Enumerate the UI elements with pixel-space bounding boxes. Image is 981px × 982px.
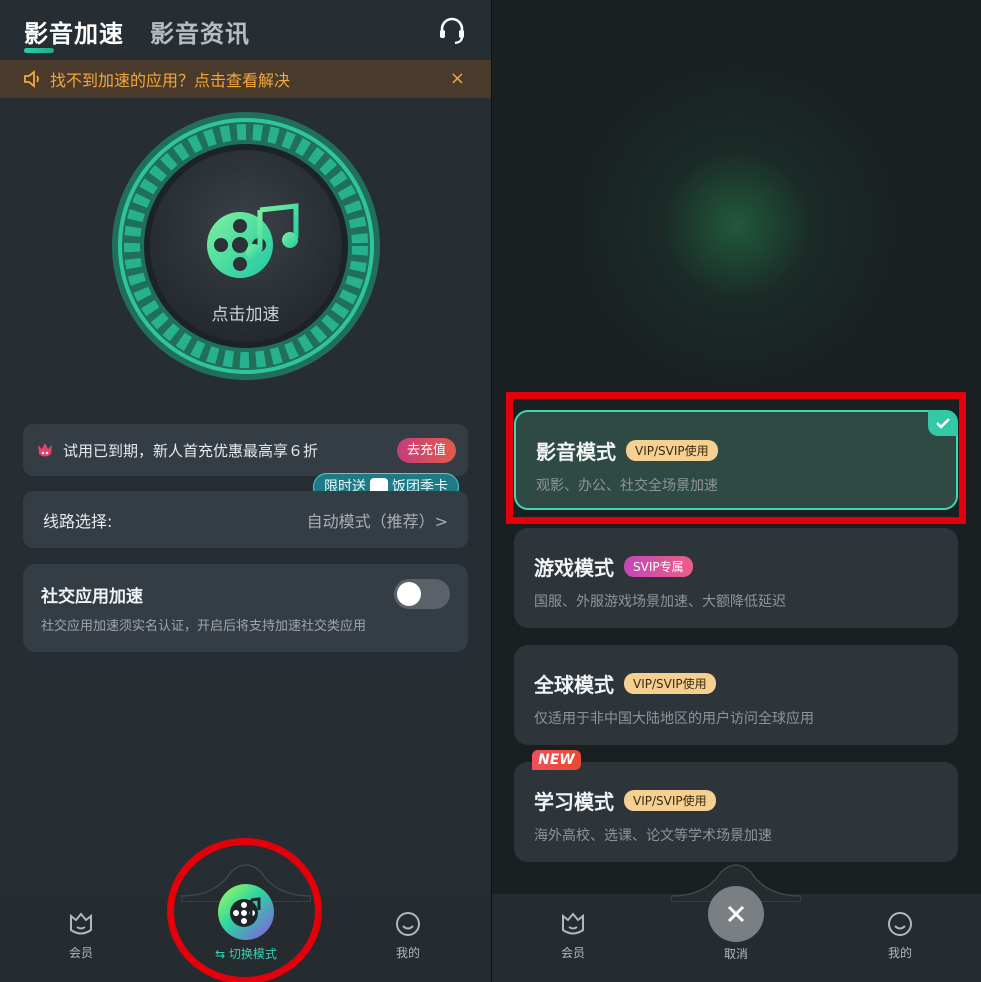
close-icon[interactable]: × bbox=[450, 68, 465, 89]
mode-title-text: 游戏模式 bbox=[534, 556, 614, 580]
mode-title: 游戏模式 SVIP专属 bbox=[534, 552, 938, 581]
mode-title: 学习模式 VIP/SVIP使用 bbox=[534, 786, 938, 815]
close-icon bbox=[727, 905, 745, 923]
dial-label: 点击加速 bbox=[211, 305, 280, 325]
active-tab-indicator bbox=[24, 48, 54, 53]
accelerate-panel: 影音加速 影音资讯 找不到加速的应用？点击查看解决 × 点击加速 试用已到期，新… bbox=[0, 0, 491, 982]
notice-bar[interactable]: 找不到加速的应用？点击查看解决 × bbox=[0, 60, 491, 98]
headset-icon[interactable] bbox=[437, 16, 467, 46]
social-toggle[interactable] bbox=[394, 579, 450, 609]
nav-member-label: 会员 bbox=[560, 946, 585, 960]
social-title: 社交应用加速 bbox=[41, 587, 143, 607]
route-label: 线路选择: bbox=[43, 511, 113, 531]
mode-title-text: 学习模式 bbox=[534, 790, 614, 814]
nav-mine-label: 我的 bbox=[395, 946, 420, 960]
mode-card-game[interactable]: 游戏模式 SVIP专属 国服、外服游戏场景加速、大额降低延迟 bbox=[514, 528, 958, 628]
new-tag: NEW bbox=[532, 750, 581, 770]
mode-badge: VIP/SVIP使用 bbox=[624, 673, 716, 694]
nav-mine[interactable]: 我的 bbox=[378, 910, 438, 961]
member-icon bbox=[70, 912, 92, 935]
tab-media-accelerate[interactable]: 影音加速 bbox=[24, 14, 124, 49]
mode-desc: 国服、外服游戏场景加速、大额降低延迟 bbox=[534, 594, 786, 610]
highlight-circle bbox=[167, 838, 322, 982]
mode-card-global[interactable]: 全球模式 VIP/SVIP使用 仅适用于非中国大陆地区的用户访问全球应用 bbox=[514, 645, 958, 745]
mode-badge: SVIP专属 bbox=[624, 556, 693, 577]
tulip-icon bbox=[38, 443, 52, 457]
cancel-button[interactable] bbox=[708, 886, 764, 942]
nav-mine-label: 我的 bbox=[887, 946, 912, 960]
nav-member[interactable]: 会员 bbox=[543, 910, 603, 961]
background-glow bbox=[552, 60, 922, 390]
member-icon bbox=[562, 912, 584, 935]
mode-desc: 海外高校、选课、论文等学术场景加速 bbox=[534, 828, 772, 844]
highlight-box bbox=[506, 392, 966, 524]
nav-member-label: 会员 bbox=[68, 946, 93, 960]
smile-icon bbox=[888, 912, 912, 936]
mode-card-study[interactable]: 学习模式 VIP/SVIP使用 海外高校、选课、论文等学术场景加速 bbox=[514, 762, 958, 862]
recharge-button[interactable]: 去充值 bbox=[396, 438, 456, 463]
top-tabs: 影音加速 影音资讯 bbox=[24, 14, 250, 49]
smile-icon bbox=[396, 912, 420, 936]
toggle-knob bbox=[397, 582, 421, 606]
accelerate-dial[interactable] bbox=[110, 110, 382, 382]
route-value: 自动模式（推荐）> bbox=[306, 511, 448, 531]
mode-title-text: 全球模式 bbox=[534, 673, 614, 697]
route-selector[interactable]: 线路选择: 自动模式（推荐）> bbox=[23, 491, 468, 548]
mode-badge: VIP/SVIP使用 bbox=[624, 790, 716, 811]
mode-desc: 仅适用于非中国大陆地区的用户访问全球应用 bbox=[534, 711, 814, 727]
notice-text: 找不到加速的应用？点击查看解决 bbox=[50, 71, 291, 90]
tab-media-news[interactable]: 影音资讯 bbox=[150, 14, 250, 49]
cancel-label[interactable]: 取消 bbox=[706, 945, 766, 962]
mode-select-panel: 影音模式 VIP/SVIP使用 观影、办公、社交全场景加速 游戏模式 SVIP专… bbox=[492, 0, 981, 982]
nav-mine[interactable]: 我的 bbox=[870, 910, 930, 961]
mode-title: 全球模式 VIP/SVIP使用 bbox=[534, 669, 938, 698]
promo-text: 试用已到期，新人首充优惠最高享６折 bbox=[63, 441, 319, 460]
speaker-icon bbox=[24, 70, 39, 88]
social-accelerate-card: 社交应用加速 社交应用加速须实名认证，开启后将支持加速社交类应用 bbox=[23, 564, 468, 652]
nav-member[interactable]: 会员 bbox=[51, 910, 111, 961]
promo-banner[interactable]: 试用已到期，新人首充优惠最高享６折 去充值 bbox=[23, 424, 468, 476]
social-desc: 社交应用加速须实名认证，开启后将支持加速社交类应用 bbox=[41, 619, 367, 634]
